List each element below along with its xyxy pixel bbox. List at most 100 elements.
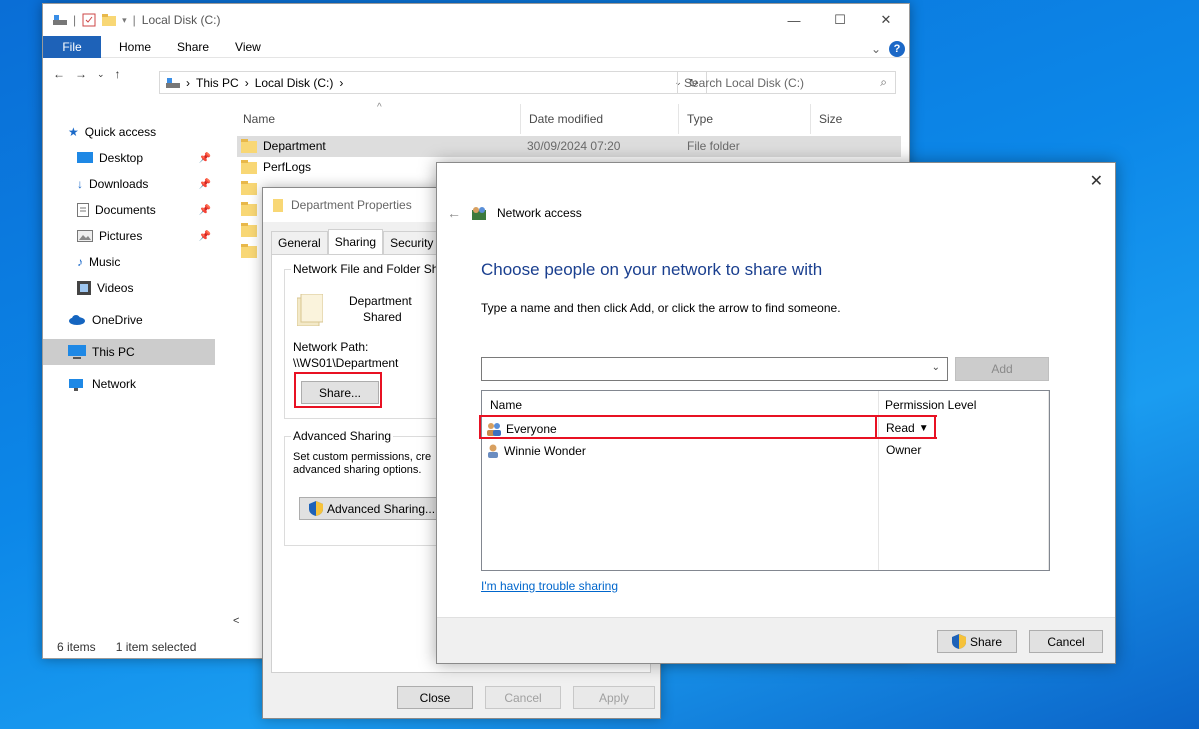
group-title: Advanced Sharing — [291, 429, 394, 443]
properties-icon[interactable] — [82, 13, 96, 27]
close-button[interactable]: Close — [397, 686, 473, 709]
address-bar[interactable]: › This PC › Local Disk (C:) › ⌄ ↻ — [159, 71, 707, 94]
cancel-button[interactable]: Cancel — [485, 686, 561, 709]
list-item[interactable]: Winnie Wonder — [486, 441, 586, 461]
highlight-box — [479, 415, 937, 439]
pin-icon[interactable]: 📌 — [199, 231, 211, 242]
folder-icon — [241, 202, 257, 216]
folder-icon — [241, 223, 257, 237]
window-title: Local Disk (C:) — [141, 13, 221, 27]
up-arrow-icon[interactable]: ↑ — [115, 67, 121, 81]
nav-videos[interactable]: Videos — [43, 275, 215, 301]
maximize-icon[interactable]: ☐ — [817, 4, 863, 36]
network-people-icon — [472, 207, 486, 220]
nav-label: Pictures — [99, 229, 143, 243]
sort-ascending-icon: ^ — [377, 102, 382, 113]
breadcrumb-this-pc[interactable]: This PC — [196, 76, 239, 90]
search-placeholder: Search Local Disk (C:) — [684, 75, 805, 90]
trouble-sharing-link[interactable]: I'm having trouble sharing — [481, 579, 618, 593]
permission-cell: Owner — [886, 443, 921, 457]
table-row[interactable]: Department 30/09/2024 07:20 File folder — [237, 136, 901, 157]
ribbon-tabs: File Home Share View — [43, 35, 909, 58]
document-icon — [77, 203, 89, 217]
nav-label: OneDrive — [92, 313, 143, 327]
column-header-type[interactable]: Type — [681, 112, 713, 126]
user-icon — [488, 444, 498, 458]
music-note-icon: ♪ — [77, 255, 83, 269]
nav-label: This PC — [92, 345, 135, 359]
chevron-down-icon[interactable]: ⌄ — [932, 362, 940, 373]
pin-icon[interactable]: 📌 — [199, 179, 211, 190]
column-header-permission[interactable]: Permission Level — [885, 398, 976, 412]
nav-label: Quick access — [84, 125, 157, 139]
nav-downloads[interactable]: ↓ Downloads 📌 — [43, 171, 215, 197]
star-icon: ★ — [68, 125, 79, 139]
breadcrumb-local-disk[interactable]: Local Disk (C:) — [255, 76, 334, 90]
this-pc-icon — [166, 77, 180, 88]
drive-icon[interactable] — [53, 14, 67, 26]
search-box[interactable]: Search Local Disk (C:) ⌕ — [677, 71, 896, 94]
cancel-button[interactable]: Cancel — [1029, 630, 1103, 653]
back-arrow-icon[interactable]: ← — [53, 67, 65, 81]
videos-icon — [77, 281, 91, 295]
new-folder-icon[interactable] — [102, 14, 117, 26]
nav-label: Documents — [95, 203, 156, 217]
pin-icon[interactable]: 📌 — [199, 205, 211, 216]
column-divider[interactable] — [678, 104, 679, 134]
close-icon[interactable]: ✕ — [863, 4, 909, 36]
add-button[interactable]: Add — [955, 357, 1049, 381]
nav-network[interactable]: Network — [43, 371, 215, 397]
minimize-icon[interactable]: — — [771, 4, 817, 36]
scroll-left-icon[interactable]: < — [233, 615, 263, 631]
nav-label: Music — [89, 255, 121, 269]
ribbon-tab-file[interactable]: File — [43, 35, 101, 58]
recent-locations-icon[interactable]: ⌄ — [97, 69, 105, 80]
column-header-name[interactable]: Name — [490, 398, 522, 412]
breadcrumb-chevron-icon: › — [186, 75, 190, 90]
user-name: Winnie Wonder — [504, 444, 586, 458]
back-arrow-icon[interactable]: ← — [447, 205, 461, 221]
ribbon-tab-share[interactable]: Share — [164, 40, 222, 54]
toolbar-separator: | — [73, 13, 77, 27]
nav-label: Downloads — [89, 177, 149, 191]
ribbon-tab-home[interactable]: Home — [101, 40, 164, 54]
column-divider[interactable] — [810, 104, 811, 134]
tab-general[interactable]: General — [271, 231, 328, 254]
column-header-size[interactable]: Size — [813, 112, 842, 126]
share-button[interactable]: Share — [937, 630, 1017, 653]
button-label: Share — [969, 634, 1003, 649]
expand-ribbon-icon[interactable]: ⌄ — [871, 42, 881, 56]
tab-security[interactable]: Security — [383, 231, 441, 254]
advanced-sharing-desc: advanced sharing options. — [293, 464, 422, 476]
nav-desktop[interactable]: Desktop 📌 — [43, 145, 215, 171]
status-selection: 1 item selected — [115, 640, 197, 654]
folder-icon — [241, 181, 257, 195]
tab-sharing[interactable]: Sharing — [327, 229, 384, 254]
column-divider[interactable] — [520, 104, 521, 134]
nav-quick-access[interactable]: ★ Quick access — [43, 119, 215, 145]
explorer-titlebar: | ▾ | Local Disk (C:) — ☐ ✕ — [43, 4, 909, 36]
nav-pictures[interactable]: Pictures 📌 — [43, 223, 215, 249]
network-path-value: \\WS01\Department — [293, 356, 399, 370]
column-divider[interactable] — [1048, 391, 1049, 570]
apply-button[interactable]: Apply — [573, 686, 655, 709]
dialog-footer: Share Cancel — [437, 617, 1115, 663]
customize-toolbar-icon[interactable]: ▾ — [122, 15, 127, 26]
nav-label: Desktop — [99, 151, 144, 165]
status-bar: 6 items 1 item selected — [57, 640, 196, 654]
nav-onedrive[interactable]: OneDrive — [43, 307, 215, 333]
pin-icon[interactable]: 📌 — [199, 153, 211, 164]
highlight-box — [294, 372, 382, 408]
close-icon[interactable]: ✕ — [1090, 171, 1103, 191]
column-header-date[interactable]: Date modified — [523, 112, 603, 126]
forward-arrow-icon[interactable]: → — [75, 67, 87, 81]
nav-this-pc[interactable]: This PC — [43, 339, 215, 365]
advanced-sharing-button[interactable]: Advanced Sharing... — [299, 497, 445, 520]
help-icon[interactable]: ? — [889, 41, 905, 57]
ribbon-tab-view[interactable]: View — [222, 40, 274, 54]
nav-documents[interactable]: Documents 📌 — [43, 197, 215, 223]
nav-music[interactable]: ♪ Music — [43, 249, 215, 275]
shared-folder-icon — [297, 294, 323, 326]
column-header-name[interactable]: Name — [237, 112, 275, 126]
name-input-combo[interactable]: ⌄ — [481, 357, 948, 381]
